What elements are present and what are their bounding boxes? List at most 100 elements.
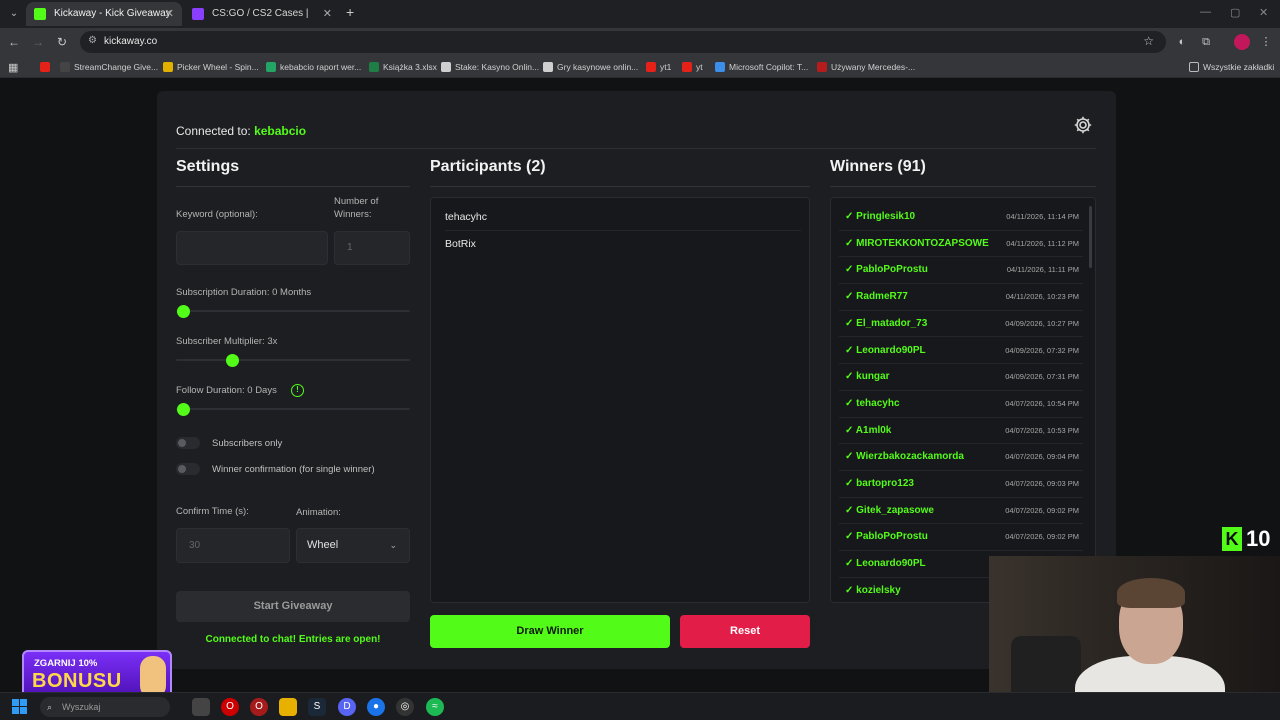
gear-icon[interactable] bbox=[1073, 115, 1093, 135]
bookmark-item[interactable]: Microsoft Copilot: T... bbox=[715, 56, 808, 78]
subscribers-only-toggle[interactable] bbox=[176, 437, 200, 449]
opera-icon[interactable]: O bbox=[221, 698, 239, 716]
participants-divider bbox=[430, 186, 810, 187]
winners-list[interactable]: ✓ Pringlesik10 04/11/2026, 11:14 PM ✓ MIR… bbox=[830, 197, 1096, 603]
bookmark-item[interactable]: StreamChange Give... bbox=[60, 56, 158, 78]
bookmark-youtube-icon[interactable] bbox=[40, 56, 54, 78]
browser-toolbar: ← → ↻ ⚙ kickaway.co ☆ ◐ ⧉ ⋮ bbox=[0, 28, 1280, 56]
winners-scrollbar[interactable] bbox=[1089, 206, 1092, 268]
animation-value: Wheel bbox=[307, 539, 339, 551]
channel-name: kebabcio bbox=[254, 124, 307, 138]
sub-multiplier-label: Subscriber Multiplier: 3x bbox=[176, 336, 278, 347]
winners-label: Number of Winners: bbox=[334, 196, 379, 220]
bookmark-item[interactable]: Picker Wheel - Spin... bbox=[163, 56, 259, 78]
winner-confirmation-toggle[interactable] bbox=[176, 463, 200, 475]
bookmark-item[interactable]: Stake: Kasyno Onlin... bbox=[441, 56, 539, 78]
site-info-icon[interactable]: ⚙ bbox=[88, 35, 97, 46]
close-tab-icon[interactable]: ✕ bbox=[165, 2, 174, 26]
bookmarks-bar: ▦ StreamChange Give... Picker Wheel - Sp… bbox=[0, 56, 1280, 78]
promo-line-1: ZGARNIJ 10% bbox=[34, 658, 98, 669]
forward-icon[interactable]: → bbox=[30, 34, 46, 50]
profile-avatar[interactable] bbox=[1234, 34, 1250, 50]
windows-taskbar: ⌕ Wyszukaj O O S D ● ◎ ≈ bbox=[0, 692, 1280, 720]
tab-search-icon[interactable]: ⌄ bbox=[6, 6, 22, 22]
kick-favicon-icon bbox=[34, 8, 46, 20]
follow-duration-slider[interactable] bbox=[176, 408, 410, 410]
animation-select[interactable]: Wheel ⌄ bbox=[296, 528, 410, 563]
info-icon[interactable]: ! bbox=[291, 384, 304, 397]
winner-row: ✓ tehacyhc 04/07/2026, 10:54 PM bbox=[839, 391, 1083, 418]
back-icon[interactable]: ← bbox=[6, 34, 22, 50]
bookmark-star-icon[interactable]: ☆ bbox=[1143, 34, 1154, 48]
file-explorer-icon[interactable] bbox=[279, 698, 297, 716]
close-tab-icon[interactable]: ✕ bbox=[323, 2, 332, 26]
sub-multiplier-slider[interactable] bbox=[176, 359, 410, 361]
winner-row: ✓ A1ml0k 04/07/2026, 10:53 PM bbox=[839, 418, 1083, 445]
browser-tab-bar: ⌄ Kickaway - Kick Giveaway Tool ✕ CS:GO … bbox=[0, 0, 1280, 43]
address-bar[interactable]: ⚙ kickaway.co ☆ bbox=[80, 31, 1166, 53]
youtube-icon bbox=[682, 62, 692, 72]
connection-status: Connected to: kebabcio bbox=[176, 124, 306, 138]
sub-duration-thumb[interactable] bbox=[177, 305, 190, 318]
reload-icon[interactable]: ↻ bbox=[54, 34, 70, 50]
spotify-icon[interactable]: ≈ bbox=[426, 698, 444, 716]
task-view-icon[interactable] bbox=[192, 698, 210, 716]
minimize-icon[interactable]: — bbox=[1200, 6, 1211, 18]
winner-row: ✓ PabloPoProstu 04/11/2026, 11:11 PM bbox=[839, 257, 1083, 285]
start-giveaway-button[interactable]: Start Giveaway bbox=[176, 591, 410, 622]
bookmark-item[interactable]: yt1 bbox=[646, 56, 671, 78]
settings-title: Settings bbox=[176, 158, 240, 175]
otomoto-icon bbox=[817, 62, 827, 72]
draw-winner-button[interactable]: Draw Winner bbox=[430, 615, 670, 648]
sub-duration-slider[interactable] bbox=[176, 310, 410, 312]
all-bookmarks-folder[interactable]: Wszystkie zakładki bbox=[1189, 56, 1274, 78]
url-text: kickaway.co bbox=[104, 36, 158, 47]
discord-icon[interactable]: D bbox=[338, 698, 356, 716]
taskbar-search-input[interactable]: ⌕ Wyszukaj bbox=[40, 697, 170, 717]
extension-icon[interactable]: ◐ bbox=[1174, 34, 1190, 50]
tab-kickaway[interactable]: Kickaway - Kick Giveaway Tool ✕ bbox=[26, 2, 182, 43]
keyword-label: Keyword (optional): bbox=[176, 209, 258, 220]
follow-duration-thumb[interactable] bbox=[177, 403, 190, 416]
opera-gx-icon[interactable]: O bbox=[250, 698, 268, 716]
winners-title: Winners (91) bbox=[830, 158, 926, 175]
youtube-icon bbox=[40, 62, 50, 72]
maximize-icon[interactable]: ▢ bbox=[1230, 6, 1240, 19]
participants-title: Participants (2) bbox=[430, 158, 546, 175]
bookmark-item[interactable]: yt bbox=[682, 56, 703, 78]
connected-label: Connected to: bbox=[176, 124, 251, 138]
extensions-puzzle-icon[interactable]: ⧉ bbox=[1198, 34, 1214, 50]
kick-viewer-badge: K 10 bbox=[1218, 525, 1278, 553]
close-window-icon[interactable]: ✕ bbox=[1259, 6, 1268, 19]
g4skins-favicon-icon bbox=[192, 8, 204, 20]
bookmark-item[interactable]: Używany Mercedes-... bbox=[817, 56, 915, 78]
winner-row: ✓ El_matador_73 04/09/2026, 10:27 PM bbox=[839, 311, 1083, 338]
winner-row: ✓ Wierzbakozackamorda 04/07/2026, 09:04 P… bbox=[839, 444, 1083, 471]
new-tab-icon[interactable]: + bbox=[346, 4, 354, 20]
browser-menu-icon[interactable]: ⋮ bbox=[1258, 34, 1274, 50]
person-hair-shape bbox=[1117, 578, 1185, 608]
chrome-icon[interactable]: ● bbox=[367, 698, 385, 716]
apps-grid-icon[interactable]: ▦ bbox=[8, 61, 18, 74]
confirm-time-input[interactable]: 30 bbox=[176, 528, 290, 563]
steam-icon[interactable]: S bbox=[308, 698, 326, 716]
winner-row: ✓ Pringlesik10 04/11/2026, 11:14 PM bbox=[839, 204, 1083, 231]
windows-start-icon[interactable] bbox=[12, 699, 28, 715]
winners-divider bbox=[830, 186, 1096, 187]
subscribers-only-label: Subscribers only bbox=[212, 438, 283, 449]
animation-label: Animation: bbox=[296, 507, 341, 518]
youtube-icon bbox=[646, 62, 656, 72]
obs-icon[interactable]: ◎ bbox=[396, 698, 414, 716]
excel-icon bbox=[369, 62, 379, 72]
participant-item: BotRix bbox=[445, 238, 476, 250]
reset-button[interactable]: Reset bbox=[680, 615, 810, 648]
bookmark-item[interactable]: kebabcio raport wer... bbox=[266, 56, 361, 78]
sub-multiplier-thumb[interactable] bbox=[226, 354, 239, 367]
search-icon: ⌕ bbox=[47, 702, 53, 712]
bookmark-item[interactable]: Gry kasynowe onlin... bbox=[543, 56, 638, 78]
tab-g4skins[interactable]: CS:GO / CS2 Cases | G4Skins Ca ✕ bbox=[184, 2, 340, 43]
keyword-input[interactable] bbox=[176, 231, 328, 265]
bookmark-item[interactable]: Książka 3.xlsx bbox=[369, 56, 437, 78]
winners-input[interactable]: 1 bbox=[334, 231, 410, 265]
winner-row: ✓ kungar 04/09/2026, 07:31 PM bbox=[839, 364, 1083, 391]
